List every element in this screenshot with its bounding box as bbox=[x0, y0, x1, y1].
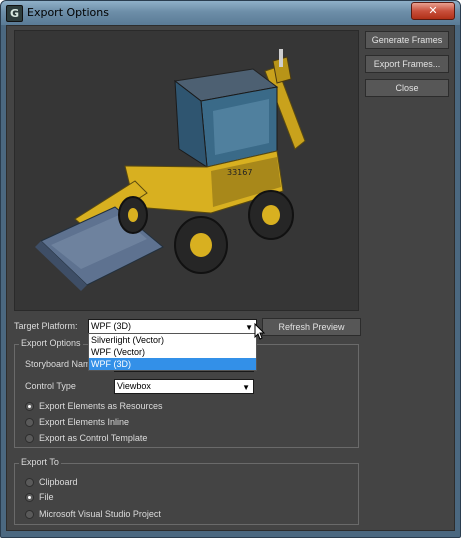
radio-label: Microsoft Visual Studio Project bbox=[39, 509, 161, 519]
radio-export-elements-inline[interactable]: Export Elements Inline bbox=[25, 417, 225, 429]
control-type-value: Viewbox bbox=[117, 381, 151, 391]
window-title: Export Options bbox=[27, 6, 109, 19]
radio-clipboard[interactable]: Clipboard bbox=[25, 477, 225, 489]
dialog-client-area: 33167 Generate Frames Export Frames... C… bbox=[6, 25, 455, 531]
control-type-select[interactable]: Viewbox ▼ bbox=[114, 379, 254, 394]
radio-label: Clipboard bbox=[39, 477, 78, 487]
target-platform-select[interactable]: WPF (3D) ▼ bbox=[88, 319, 257, 334]
svg-text:33167: 33167 bbox=[227, 168, 252, 177]
export-to-group-title: Export To bbox=[19, 457, 61, 467]
refresh-preview-button[interactable]: Refresh Preview bbox=[262, 318, 361, 336]
dropdown-option-silverlight-vector[interactable]: Silverlight (Vector) bbox=[89, 334, 256, 346]
mouse-pointer-icon bbox=[254, 323, 266, 340]
radio-button-checked[interactable] bbox=[25, 402, 34, 411]
radio-label: Export Elements as Resources bbox=[39, 401, 163, 411]
export-options-group-title: Export Options bbox=[19, 338, 83, 348]
storyboard-name-label: Storyboard Name bbox=[25, 359, 96, 369]
radio-button[interactable] bbox=[25, 478, 34, 487]
backhoe-loader-model-image: 33167 bbox=[15, 31, 358, 310]
title-bar[interactable]: G Export Options ✕ bbox=[1, 1, 460, 25]
radio-visual-studio-project[interactable]: Microsoft Visual Studio Project bbox=[25, 509, 245, 521]
export-options-window: G Export Options ✕ 33167 Generate Frames… bbox=[0, 0, 461, 538]
control-type-label: Control Type bbox=[25, 381, 76, 391]
target-platform-label: Target Platform: bbox=[14, 321, 78, 331]
close-button[interactable]: Close bbox=[365, 79, 449, 97]
close-icon: ✕ bbox=[428, 4, 438, 17]
radio-button[interactable] bbox=[25, 418, 34, 427]
radio-export-elements-as-resources[interactable]: Export Elements as Resources bbox=[25, 401, 225, 413]
target-platform-dropdown-list: Silverlight (Vector) WPF (Vector) WPF (3… bbox=[88, 333, 257, 371]
dropdown-option-wpf-3d[interactable]: WPF (3D) bbox=[89, 358, 256, 370]
chevron-down-icon: ▼ bbox=[242, 383, 250, 392]
radio-button[interactable] bbox=[25, 434, 34, 443]
radio-button-checked[interactable] bbox=[25, 493, 34, 502]
app-icon: G bbox=[6, 5, 23, 22]
target-platform-value: WPF (3D) bbox=[91, 321, 131, 331]
radio-label: Export Elements Inline bbox=[39, 417, 130, 427]
dropdown-option-wpf-vector[interactable]: WPF (Vector) bbox=[89, 346, 256, 358]
export-to-group: Export To Clipboard File Microsoft Visua… bbox=[14, 457, 359, 525]
generate-frames-button[interactable]: Generate Frames bbox=[365, 31, 449, 49]
close-window-button[interactable]: ✕ bbox=[411, 2, 455, 20]
radio-file[interactable]: File bbox=[25, 492, 225, 504]
radio-label: File bbox=[39, 492, 54, 502]
radio-button[interactable] bbox=[25, 510, 34, 519]
radio-label: Export as Control Template bbox=[39, 433, 148, 443]
export-frames-button[interactable]: Export Frames... bbox=[365, 55, 449, 73]
preview-viewport: 33167 bbox=[14, 30, 359, 311]
radio-export-as-control-template[interactable]: Export as Control Template bbox=[25, 433, 225, 445]
